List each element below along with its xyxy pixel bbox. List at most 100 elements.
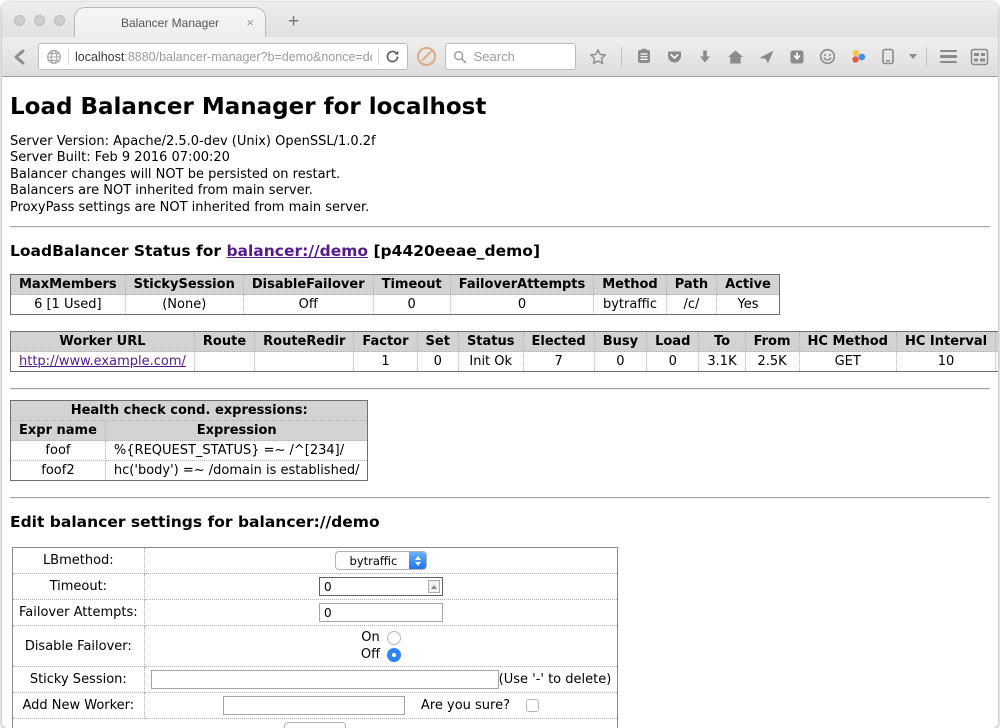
- lbmethod-label: LBmethod:: [13, 548, 145, 574]
- cell-to: 3.1K: [699, 352, 745, 372]
- edit-balancer-form: LBmethod: bytraffic Timeout:: [12, 547, 618, 728]
- search-icon: [453, 50, 467, 64]
- col-hc-method: HC Method: [799, 332, 896, 352]
- home-icon[interactable]: [727, 49, 744, 65]
- url-path: :8880/balancer-manager?b=demo&nonce=decc…: [124, 50, 371, 64]
- table-header-row: Expr name Expression: [11, 421, 368, 441]
- table-header-row: Worker URL Route RouteRedir Factor Set S…: [11, 332, 999, 352]
- add-worker-input[interactable]: [223, 696, 405, 715]
- col-path: Path: [666, 275, 716, 295]
- form-row-timeout: Timeout:: [13, 574, 618, 600]
- pocket-icon[interactable]: [666, 49, 683, 65]
- bookmark-star-icon[interactable]: [589, 48, 607, 66]
- col-disablefailover: DisableFailover: [243, 275, 373, 295]
- col-elected: Elected: [523, 332, 594, 352]
- col-worker-url: Worker URL: [11, 332, 195, 352]
- reading-list-icon[interactable]: [636, 48, 652, 65]
- cell-timeout: 0: [373, 295, 450, 315]
- disable-failover-on-radio[interactable]: [387, 631, 401, 645]
- col-expression: Expression: [105, 421, 368, 441]
- table-row: http://www.example.com/ 1 0 Init Ok 7 0 …: [11, 352, 999, 372]
- worker-table: Worker URL Route RouteRedir Factor Set S…: [10, 331, 998, 372]
- tab-close-icon[interactable]: ×: [246, 16, 254, 29]
- cell-passes: 1 (0): [996, 352, 998, 372]
- cell-factor: 1: [354, 352, 417, 372]
- page-title: Load Balancer Manager for localhost: [10, 94, 990, 120]
- col-stickysession: StickySession: [125, 275, 243, 295]
- menu-hamburger-icon[interactable]: [940, 50, 957, 64]
- urlbar-divider: [68, 48, 69, 65]
- content-blocked-icon[interactable]: [417, 47, 436, 66]
- tab-groups-icon[interactable]: [970, 48, 989, 66]
- sticky-session-note: (Use '-' to delete): [499, 672, 612, 687]
- table-row: foof2 hc('body') =~ /domain is establish…: [11, 461, 368, 481]
- timeout-input[interactable]: [319, 577, 443, 596]
- toolbar-right-group: [926, 47, 989, 67]
- downloads-icon[interactable]: [697, 49, 713, 65]
- balancer-status-table: MaxMembers StickySession DisableFailover…: [10, 274, 780, 315]
- col-failoverattempts: FailoverAttempts: [450, 275, 594, 295]
- colored-dots-extension-icon[interactable]: [850, 48, 867, 65]
- tab-title: Balancer Manager: [121, 16, 219, 30]
- sticky-session-label: Sticky Session:: [13, 667, 145, 693]
- edit-balancer-heading: Edit balancer settings for balancer://de…: [10, 513, 990, 531]
- disable-failover-label: Disable Failover:: [13, 626, 145, 667]
- col-to: To: [699, 332, 745, 352]
- cell-expr-name: foof2: [11, 461, 106, 481]
- site-identity-globe-icon[interactable]: [46, 49, 62, 65]
- col-timeout: Timeout: [373, 275, 450, 295]
- minimize-window-button[interactable]: [34, 15, 45, 26]
- cell-path: /c/: [666, 295, 716, 315]
- submit-button[interactable]: Submit: [284, 722, 345, 728]
- col-status: Status: [458, 332, 523, 352]
- cell-set: 0: [417, 352, 458, 372]
- search-bar[interactable]: [445, 43, 576, 70]
- close-window-button[interactable]: [14, 15, 25, 26]
- save-to-device-icon[interactable]: [789, 49, 805, 65]
- browser-tab[interactable]: Balancer Manager ×: [74, 7, 266, 37]
- cell-from: 2.5K: [745, 352, 799, 372]
- col-set: Set: [417, 332, 458, 352]
- urlbar-divider: [378, 48, 379, 65]
- new-tab-button[interactable]: +: [282, 7, 305, 37]
- lbmethod-select[interactable]: bytraffic: [335, 551, 428, 570]
- server-info-line: Balancer changes will NOT be persisted o…: [10, 167, 990, 183]
- server-info-line: Balancers are NOT inherited from main se…: [10, 183, 990, 199]
- tab-bar: Balancer Manager × +: [2, 2, 998, 37]
- zoom-window-button[interactable]: [54, 15, 65, 26]
- disable-failover-off-radio[interactable]: [387, 648, 401, 662]
- form-row-disable-failover: Disable Failover: On Off: [13, 626, 618, 667]
- col-active: Active: [717, 275, 780, 295]
- send-plane-icon[interactable]: [758, 49, 775, 65]
- cell-hc-interval: 10: [896, 352, 995, 372]
- url-bar[interactable]: localhost:8880/balancer-manager?b=demo&n…: [38, 43, 408, 70]
- balancer-demo-link[interactable]: balancer://demo: [226, 242, 368, 260]
- url-host: localhost: [75, 50, 124, 64]
- are-you-sure-label: Are you sure?: [421, 698, 510, 713]
- server-info: Server Version: Apache/2.5.0-dev (Unix) …: [10, 134, 990, 216]
- radio-on-label: On: [361, 629, 379, 646]
- failover-attempts-label: Failover Attempts:: [13, 600, 145, 626]
- cell-expression: hc('body') =~ /domain is established/: [105, 461, 368, 481]
- search-input[interactable]: [472, 48, 568, 65]
- are-you-sure-checkbox[interactable]: [526, 699, 539, 712]
- cell-expression: %{REQUEST_STATUS} =~ /^[234]/: [105, 441, 368, 461]
- col-hc-interval: HC Interval: [896, 332, 995, 352]
- chat-smiley-icon[interactable]: [819, 48, 836, 65]
- radio-off-label: Off: [361, 646, 380, 663]
- responsive-device-icon[interactable]: [881, 48, 895, 65]
- browser-window: Balancer Manager × + localhost:8880/bala…: [2, 2, 998, 728]
- reload-icon[interactable]: [385, 49, 400, 64]
- failover-attempts-input[interactable]: [319, 603, 443, 622]
- cell-route: [194, 352, 254, 372]
- col-routeredir: RouteRedir: [255, 332, 354, 352]
- cell-expr-name: foof: [11, 441, 106, 461]
- number-stepper-icon[interactable]: [428, 580, 440, 593]
- worker-url-link[interactable]: http://www.example.com/: [19, 354, 186, 369]
- back-button[interactable]: [11, 48, 29, 66]
- sticky-session-input[interactable]: [151, 670, 499, 689]
- cell-load: 0: [647, 352, 699, 372]
- toolbar-divider: [621, 47, 622, 67]
- overflow-caret-icon[interactable]: [909, 54, 917, 59]
- toolbar-divider: [926, 47, 927, 67]
